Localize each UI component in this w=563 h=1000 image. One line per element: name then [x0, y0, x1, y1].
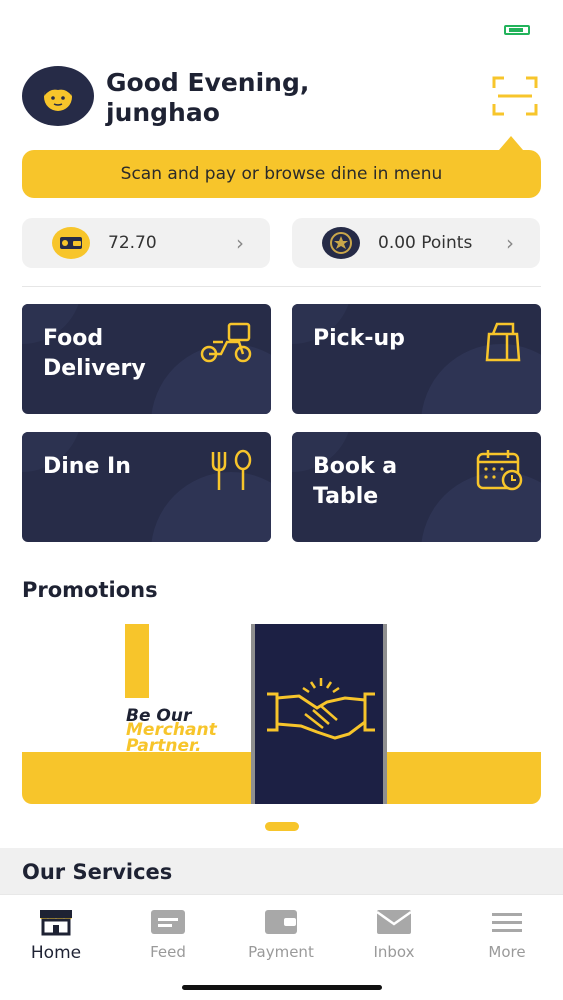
chevron-right-icon: ›	[236, 231, 244, 255]
home-indicator[interactable]	[182, 985, 382, 990]
tab-home[interactable]: Home	[6, 907, 106, 967]
tab-bar: Home Feed Payment Inbox More	[0, 894, 563, 1000]
tab-more[interactable]: More	[457, 907, 557, 967]
tab-label: Payment	[248, 943, 314, 961]
book-table-tile[interactable]: Book a Table	[292, 432, 541, 542]
carousel-indicator[interactable]	[265, 822, 299, 831]
greeting: Good Evening, junghao	[106, 68, 309, 128]
tile-label: Pick-up	[313, 326, 405, 351]
status-bar	[0, 0, 563, 56]
promo-text-line: Partner.	[126, 736, 202, 756]
wallet-balance-button[interactable]: 72.70 ›	[22, 218, 270, 268]
food-delivery-tile[interactable]: Food Delivery	[22, 304, 271, 414]
tile-label: Food Delivery	[43, 326, 146, 381]
points-button[interactable]: 0.00 Points ›	[292, 218, 540, 268]
phone-illustration	[251, 624, 387, 804]
bag-icon	[485, 322, 521, 362]
tab-label: Feed	[150, 943, 186, 961]
tab-inbox[interactable]: Inbox	[344, 907, 444, 967]
wallet-icon	[265, 910, 297, 934]
header: Good Evening, junghao	[22, 66, 542, 130]
handshake-icon	[267, 678, 375, 740]
battery-icon	[504, 25, 530, 35]
tab-label: More	[488, 943, 526, 961]
greeting-line: Good Evening,	[106, 68, 310, 97]
tab-feed[interactable]: Feed	[118, 907, 218, 967]
store-icon	[40, 910, 72, 936]
scan-banner-text: Scan and pay or browse dine in menu	[120, 164, 443, 184]
wallet-balance: 72.70	[108, 233, 157, 253]
tab-label: Home	[30, 943, 82, 963]
promotions-title: Promotions	[22, 578, 158, 602]
menu-icon	[492, 913, 522, 932]
tile-label: Dine In	[43, 454, 131, 479]
mail-icon	[376, 910, 412, 934]
wallet-icon	[52, 227, 90, 259]
pick-up-tile[interactable]: Pick-up	[292, 304, 541, 414]
promotion-banner[interactable]: Be Our Merchant Partner.	[22, 624, 541, 804]
avatar-face-icon	[44, 82, 72, 111]
dine-in-tile[interactable]: Dine In	[22, 432, 271, 542]
calendar-icon	[476, 450, 523, 491]
services-section: Our Services	[0, 848, 563, 894]
tile-label: Book a Table	[313, 454, 398, 509]
chevron-right-icon: ›	[506, 231, 514, 255]
fork-spoon-icon	[211, 449, 252, 490]
services-title: Our Services	[22, 860, 173, 884]
scan-qr-icon[interactable]	[492, 76, 538, 116]
points-value: 0.00 Points	[378, 233, 473, 253]
promo-text-highlight: Merchant Partner.	[126, 722, 217, 756]
divider	[22, 286, 541, 287]
feed-icon	[151, 910, 185, 934]
avatar[interactable]	[22, 66, 94, 126]
scan-pay-banner[interactable]: Scan and pay or browse dine in menu	[22, 136, 541, 198]
user-name: junghao	[106, 98, 220, 127]
scooter-icon	[200, 322, 252, 363]
tab-label: Inbox	[373, 943, 415, 961]
points-medal-icon	[322, 227, 360, 259]
tab-payment[interactable]: Payment	[231, 907, 331, 967]
